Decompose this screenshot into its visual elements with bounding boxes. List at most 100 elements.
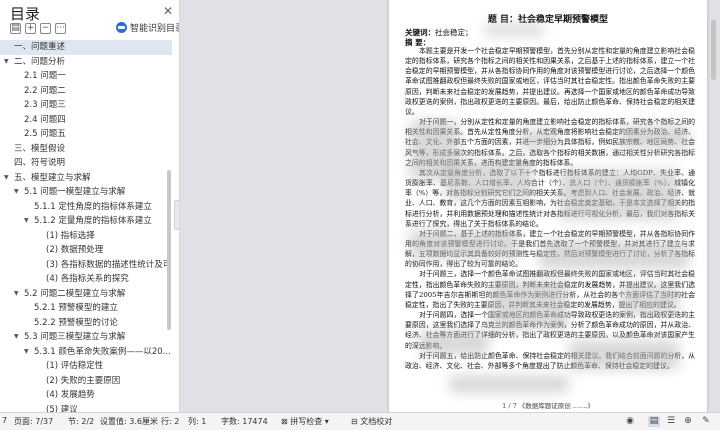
smart-toc-button[interactable]: 智能识别目录 (116, 21, 180, 34)
word-count[interactable]: 字数: 17474 (221, 416, 268, 427)
doc-proofread-button[interactable]: ⊟ 文档校对 (351, 416, 392, 427)
outline-item-label: 五、模型建立与求解 (14, 172, 91, 183)
outline-item[interactable]: 2.1 问题一 (0, 69, 172, 84)
outline-item-label: 2.2 问题二 (24, 85, 66, 96)
outline-item[interactable]: ▼ 五、模型建立与求解 (0, 171, 172, 186)
outline-item-label: 5.3 问题三模型建立与求解 (24, 332, 126, 342)
outline-item[interactable]: 2.3 问题三 (0, 98, 172, 113)
page-footer: 1 / 7 《数据库题证原创 .......》 (502, 402, 594, 410)
outline-scrollbar[interactable] (167, 170, 171, 330)
outline-view-icon[interactable]: ☰ (665, 416, 677, 427)
spellcheck-button[interactable]: ⊠ 拼写检查 ▾ (281, 416, 329, 427)
outline-item[interactable]: (3) 各指标数据的描述性统计及可... (0, 258, 172, 273)
keywords-label: 关键词： (405, 28, 435, 37)
outline-item-label: 2.4 问题四 (24, 114, 66, 125)
outline-item-label: 2.3 问题三 (24, 100, 66, 110)
section-indicator: 节: 2/2 (68, 417, 95, 426)
outline-item-label: 5.2.2 预警模型的讨论 (34, 317, 118, 328)
outline-item-label: (2) 失败的主要原因 (46, 375, 121, 386)
document-scrollbar[interactable] (711, 20, 716, 80)
outline-item-label: (1) 评估稳定性 (46, 361, 104, 371)
outline-item-label: 5.2 问题二模型建立与求解 (24, 288, 126, 299)
write-view-icon[interactable]: ✎ (700, 416, 712, 427)
outline-item[interactable]: 四、符号说明 (0, 156, 172, 171)
body-paragraph: 本题主要是开发一个社会稳定早期预警模型，首先分别从定性和定量的角度建立影响社会稳… (405, 47, 695, 116)
outline-item[interactable]: 2.2 问题二 (0, 84, 172, 99)
chevron-down-icon[interactable]: ▼ (24, 345, 29, 360)
chevron-down-icon: ▾ (324, 417, 329, 426)
redaction-blur (419, 330, 489, 355)
outline-item[interactable]: 一、问题重述 (0, 40, 172, 55)
outline-item[interactable]: ▼ 5.1 问题一模型建立与求解 (0, 185, 172, 200)
outline-item-label: 5.1.1 定性角度的指标体系建立 (34, 201, 152, 212)
panel-collapse-handle[interactable] (174, 200, 179, 230)
outline-item[interactable]: (4) 发展趋势 (0, 388, 172, 403)
outline-item-label: (4) 各指标关系的探究 (46, 274, 129, 284)
redaction-blur (449, 375, 569, 393)
chevron-down-icon[interactable]: ▼ (4, 55, 9, 70)
document-page[interactable]: 题 目：社会稳定早期预警模型 关键词：社会稳定； 摘 要： 本题主要是开发一个社… (389, 0, 707, 412)
outline-item[interactable]: (1) 评估稳定性 (0, 359, 172, 374)
outline-item[interactable]: 5.2.2 预警模型的讨论 (0, 316, 172, 331)
document-title: 题 目：社会稳定早期预警模型 (487, 15, 609, 25)
outline-list: 一、问题重述 ▼ 二、问题分析 2.1 问题一 2.2 问题二 2.3 问题三 2.4 问题… (0, 40, 172, 412)
redaction-blur (569, 340, 679, 370)
plus-icon[interactable]: + (25, 23, 36, 34)
outline-item[interactable]: (5) 建议 (0, 403, 172, 413)
minus-icon[interactable]: − (40, 23, 51, 34)
redaction-blur (484, 24, 544, 36)
outline-item[interactable]: ▼ 二、问题分析 (0, 55, 172, 70)
outline-item[interactable]: ▼ 5.3 问题三模型建立与求解 (0, 330, 172, 345)
outline-item-label: 2.5 问题五 (24, 129, 66, 139)
status-bar: 7 页面: 7/37 节: 2/2 设置值: 3.6厘米 行: 2 列: 1 字… (0, 412, 720, 430)
outline-item[interactable]: 5.2.1 预警模型的建立 (0, 301, 172, 316)
expand-all-icon[interactable]: ▤ (10, 23, 21, 34)
outline-item[interactable]: (1) 指标选择 (0, 229, 172, 244)
page-view-icon[interactable]: ▤ (648, 416, 660, 427)
outline-item[interactable]: 2.5 问题五 (0, 127, 172, 142)
close-icon[interactable]: ✕ (163, 4, 173, 18)
more-icon[interactable]: ⋯ (55, 23, 66, 34)
redaction-blur (489, 280, 569, 330)
outline-panel: 目录 ✕ ▤ + − ⋯ 智能识别目录 一、问题重述 ▼ 二、问题分析 2.1 问题一… (0, 0, 180, 412)
redaction-blur (619, 285, 679, 315)
page-prefix: 7 (2, 416, 8, 425)
smart-toc-label: 智能识别目录 (130, 24, 180, 34)
proofread-label: 文档校对 (360, 417, 393, 426)
outline-item[interactable]: ▼ 5.2 问题二模型建立与求解 (0, 287, 172, 302)
chevron-down-icon[interactable]: ▼ (4, 171, 9, 186)
outline-item[interactable]: (2) 数据预处理 (0, 243, 172, 258)
chevron-down-icon[interactable]: ▼ (14, 287, 19, 302)
document-area: 题 目：社会稳定早期预警模型 关键词：社会稳定； 摘 要： 本题主要是开发一个社… (181, 0, 720, 412)
proofread-icon: ⊟ (351, 417, 358, 426)
keywords-value: 社会稳定； (435, 28, 473, 37)
outline-item-label: 2.1 问题一 (24, 71, 66, 81)
spellcheck-label: 拼写检查 (290, 417, 323, 426)
redaction-blur (409, 230, 519, 260)
chevron-down-icon[interactable]: ▼ (14, 185, 19, 200)
outline-item-label: (3) 各指标数据的描述性统计及可... (46, 259, 172, 270)
redaction-blur (559, 170, 679, 220)
row-indicator: 行: 2 (161, 417, 180, 426)
redaction-blur (539, 240, 689, 270)
page-indicator[interactable]: 页面: 7/37 (14, 416, 53, 427)
outline-item[interactable]: (2) 失败的主要原因 (0, 374, 172, 389)
setting-value[interactable]: 设置值: 3.6厘米 (100, 416, 158, 427)
outline-title: 目录 (10, 5, 41, 23)
column-indicator: 列: 1 (188, 417, 207, 426)
outline-item-label: (5) 建议 (46, 404, 78, 413)
outline-item[interactable]: 2.4 问题四 (0, 113, 172, 128)
outline-item[interactable]: (4) 各指标关系的探究 (0, 272, 172, 287)
chevron-down-icon[interactable]: ▼ (24, 214, 29, 229)
outline-item[interactable]: 5.1.1 定性角度的指标体系建立 (0, 200, 172, 215)
redaction-blur (519, 130, 559, 150)
outline-item-label: (1) 指标选择 (46, 230, 95, 241)
chevron-down-icon[interactable]: ▼ (14, 330, 19, 345)
outline-item-label: 5.1 问题一模型建立与求解 (24, 187, 126, 197)
outline-item[interactable]: 三、模型假设 (0, 142, 172, 157)
outline-item[interactable]: ▼ 5.1.2 定量角度的指标体系建立 (0, 214, 172, 229)
outline-item[interactable]: ▼ 5.3.1 颜色革命失败案例——以20... (0, 345, 172, 360)
eye-icon[interactable]: ◉ (624, 416, 636, 427)
outline-item-label: 一、问题重述 (14, 42, 66, 52)
web-view-icon[interactable]: ⊕ (682, 416, 694, 427)
